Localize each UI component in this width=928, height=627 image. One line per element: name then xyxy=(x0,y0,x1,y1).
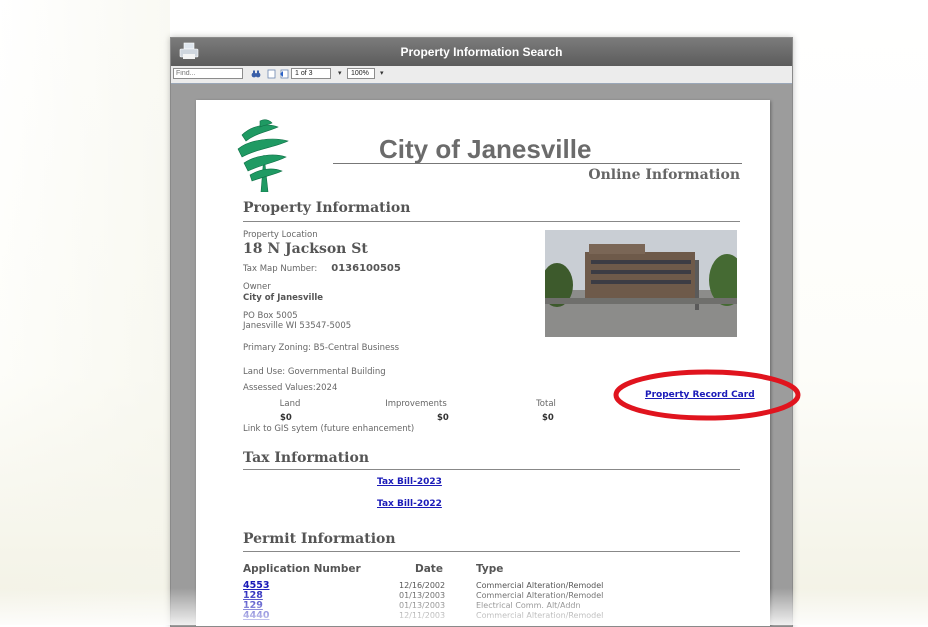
janesville-tree-logo xyxy=(237,119,289,192)
owner-address-line2: Janesville WI 53547-5005 xyxy=(243,321,352,331)
permit-number-link[interactable]: 4440 xyxy=(243,610,269,621)
table-row: 4553 12/16/2002 Commercial Alteration/Re… xyxy=(243,580,703,591)
permit-date-header: Date xyxy=(415,563,443,575)
land-column-header: Land xyxy=(279,399,301,409)
location-label: Property Location xyxy=(243,230,318,240)
report-viewer-window: Property Information Search 1 of 3 ▾ 100… xyxy=(170,37,793,627)
tax-section-heading: Tax Information xyxy=(243,450,370,466)
taxmap-label: Tax Map Number: xyxy=(243,264,318,274)
document-viewport[interactable]: City of Janesville Online Information Pr… xyxy=(171,84,792,626)
zoom-dropdown-arrow[interactable]: ▾ xyxy=(380,69,384,77)
taxmap-row: Tax Map Number: 0136100505 xyxy=(243,263,401,274)
annotation-highlight-ellipse xyxy=(613,369,801,421)
permit-type: Commercial Alteration/Remodel xyxy=(476,581,604,590)
permit-date: 12/16/2002 xyxy=(399,581,446,590)
tax-bill-2022-link[interactable]: Tax Bill-2022 xyxy=(377,499,442,509)
viewer-toolbar: 1 of 3 ▾ 100% ▾ xyxy=(171,66,792,84)
permit-section-heading: Permit Information xyxy=(243,531,396,547)
printer-icon xyxy=(179,42,199,59)
property-section-heading: Property Information xyxy=(243,200,411,216)
background-glow xyxy=(0,0,170,625)
assessed-values-label: Assessed Values:2024 xyxy=(243,383,338,393)
title-divider xyxy=(333,163,742,164)
zoom-select[interactable]: 100% xyxy=(347,68,375,79)
window-title: Property Information Search xyxy=(400,45,563,59)
owner-name: City of Janesville xyxy=(243,293,324,303)
owner-label: Owner xyxy=(243,282,271,292)
table-row: 129 01/13/2003 Electrical Comm. Alt/Addn xyxy=(243,600,703,611)
improvements-value: $0 xyxy=(437,413,449,423)
improvements-column-header: Improvements xyxy=(385,399,447,409)
permit-type-header: Type xyxy=(476,563,504,575)
property-photo xyxy=(545,230,737,337)
online-info-subtitle: Online Information xyxy=(588,167,740,183)
table-row: 128 01/13/2003 Commercial Alteration/Rem… xyxy=(243,590,703,601)
total-column-header: Total xyxy=(536,399,556,409)
permit-type: Commercial Alteration/Remodel xyxy=(476,591,604,600)
city-title: City of Janesville xyxy=(379,134,592,164)
total-value: $0 xyxy=(542,413,554,423)
first-page-icon[interactable] xyxy=(267,69,277,79)
permit-date: 01/13/2003 xyxy=(399,591,446,600)
gis-link-text: Link to GIS sytem (future enhancement) xyxy=(243,424,415,434)
property-section-divider xyxy=(243,221,740,222)
page-indicator[interactable]: 1 of 3 xyxy=(291,68,331,79)
binoculars-icon[interactable] xyxy=(251,69,261,79)
land-use-text: Land Use: Governmental Building xyxy=(243,367,386,377)
taxmap-value: 0136100505 xyxy=(331,263,401,274)
owner-address-line1: PO Box 5005 xyxy=(243,311,298,321)
zoning-text: Primary Zoning: B5-Central Business xyxy=(243,343,400,353)
window-titlebar: Property Information Search xyxy=(171,38,792,66)
previous-page-icon[interactable] xyxy=(279,69,289,79)
tax-bill-2023-link[interactable]: Tax Bill-2023 xyxy=(377,477,442,487)
report-page: City of Janesville Online Information Pr… xyxy=(196,100,770,626)
permit-date: 01/13/2003 xyxy=(399,601,446,610)
permit-type: Commercial Alteration/Remodel xyxy=(476,611,604,620)
permit-type: Electrical Comm. Alt/Addn xyxy=(476,601,581,610)
land-value: $0 xyxy=(280,413,292,423)
permit-date: 12/11/2003 xyxy=(399,611,446,620)
find-input[interactable] xyxy=(173,68,243,79)
next-page-arrow[interactable]: ▾ xyxy=(338,69,342,77)
table-row: 4440 12/11/2003 Commercial Alteration/Re… xyxy=(243,610,703,621)
location-value: 18 N Jackson St xyxy=(243,241,368,257)
permit-number-header: Application Number xyxy=(243,563,361,575)
permit-section-divider xyxy=(243,551,740,552)
tax-section-divider xyxy=(243,469,740,470)
